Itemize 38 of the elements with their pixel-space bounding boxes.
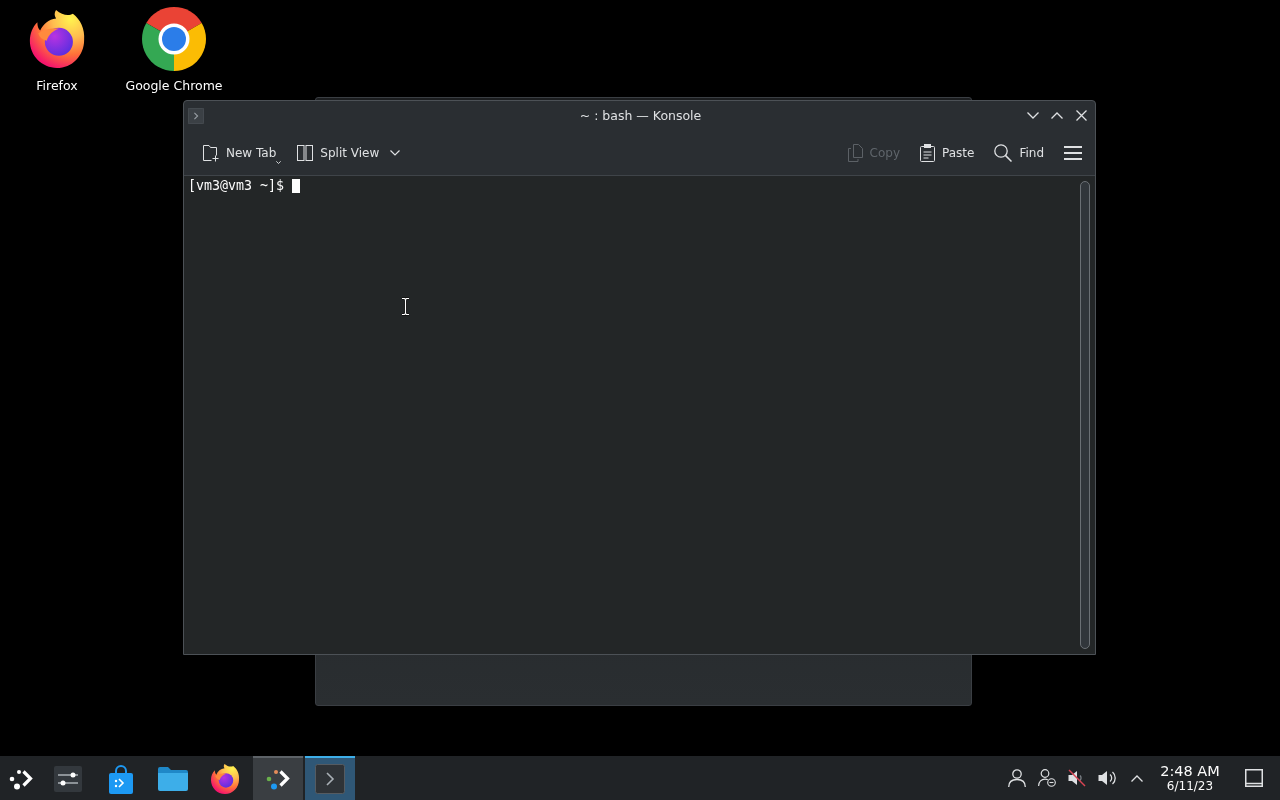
i-beam-pointer-icon bbox=[401, 297, 410, 316]
scrollbar[interactable] bbox=[1080, 181, 1090, 649]
user-icon bbox=[1008, 769, 1026, 787]
sliders-icon bbox=[54, 766, 83, 792]
desktop-shortcut[interactable]: Google Chrome bbox=[119, 6, 229, 96]
chevron-down-icon bbox=[390, 149, 401, 156]
terminal-app-icon bbox=[315, 764, 346, 794]
window-title: ~ : bash — Konsole bbox=[579, 108, 702, 123]
paste-button[interactable]: Paste bbox=[915, 137, 980, 168]
clock-date: 6/11/23 bbox=[1166, 780, 1214, 793]
folder-icon bbox=[157, 767, 188, 791]
search-icon bbox=[994, 143, 1013, 162]
menu-icon bbox=[1064, 145, 1082, 160]
app-launcher-icon bbox=[9, 768, 33, 790]
new-tab-icon bbox=[201, 143, 219, 162]
chevron-up-icon bbox=[1051, 112, 1063, 119]
taskbar-button[interactable] bbox=[304, 756, 356, 800]
firefox-icon bbox=[210, 764, 241, 794]
dots-chevron-icon bbox=[265, 768, 290, 790]
desktop-shortcut[interactable]: Firefox bbox=[2, 6, 112, 96]
split-view-button[interactable]: Split View bbox=[292, 137, 385, 168]
chevron-down-icon bbox=[1027, 112, 1039, 119]
split-panes-icon bbox=[297, 144, 314, 161]
clipboard-icon bbox=[920, 143, 935, 162]
chrome-icon bbox=[142, 7, 206, 71]
terminal-prompt: [vm3@vm3 ~]$ bbox=[188, 177, 285, 194]
firefox-icon bbox=[28, 10, 86, 68]
find-button[interactable]: Find bbox=[989, 137, 1049, 168]
clock-time: 2:48 AM bbox=[1160, 763, 1220, 780]
copy-icon bbox=[847, 143, 863, 162]
chevron-up-icon bbox=[1131, 774, 1143, 782]
terminal-app-icon[interactable] bbox=[188, 107, 204, 124]
show-desktop-icon bbox=[1245, 769, 1263, 787]
new-tab-button[interactable]: New Tab bbox=[196, 137, 286, 168]
user-minus-icon bbox=[1038, 769, 1056, 787]
taskbar-button[interactable] bbox=[252, 756, 303, 800]
shopping-bag-icon bbox=[108, 764, 133, 794]
close-icon bbox=[1075, 110, 1087, 121]
